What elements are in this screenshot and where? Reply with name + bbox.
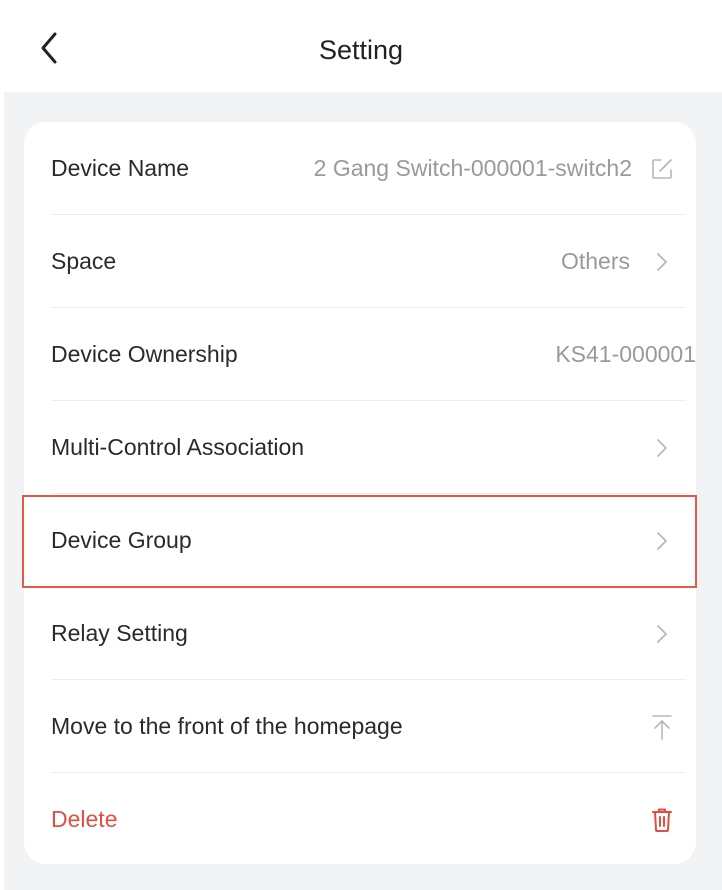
device-ownership-row: Device Ownership KS41-000001: [24, 308, 696, 401]
edit-icon[interactable]: [648, 122, 676, 215]
move-to-top-icon[interactable]: [648, 680, 676, 773]
device-name-row[interactable]: Device Name 2 Gang Switch-000001-switch2: [24, 122, 696, 215]
relay-setting-row[interactable]: Relay Setting: [24, 587, 696, 680]
device-name-value: 2 Gang Switch-000001-switch2: [313, 155, 632, 181]
relay-setting-label: Relay Setting: [51, 620, 188, 646]
chevron-right-icon: [652, 587, 672, 680]
trash-icon[interactable]: [648, 773, 676, 866]
device-group-row[interactable]: Device Group: [24, 494, 696, 587]
multi-control-association-row[interactable]: Multi-Control Association: [24, 401, 696, 494]
chevron-right-icon: [652, 401, 672, 494]
device-group-label: Device Group: [51, 527, 192, 553]
space-row[interactable]: Space Others: [24, 215, 696, 308]
chevron-right-icon: [652, 215, 672, 308]
device-ownership-value: KS41-000001: [555, 341, 696, 367]
delete-label: Delete: [51, 806, 118, 832]
space-value: Others: [560, 248, 630, 274]
chevron-right-icon: [652, 494, 672, 587]
device-ownership-label: Device Ownership: [51, 341, 238, 367]
page-title: Setting: [318, 35, 404, 65]
move-to-front-row[interactable]: Move to the front of the homepage: [24, 680, 696, 773]
multi-control-association-label: Multi-Control Association: [51, 434, 305, 460]
space-label: Space: [51, 248, 117, 274]
top-bar: Setting: [0, 0, 722, 92]
settings-card: Device Name 2 Gang Switch-000001-switch2…: [24, 122, 696, 864]
device-name-label: Device Name: [51, 155, 190, 181]
move-to-front-label: Move to the front of the homepage: [51, 713, 403, 739]
delete-row[interactable]: Delete: [24, 773, 696, 866]
